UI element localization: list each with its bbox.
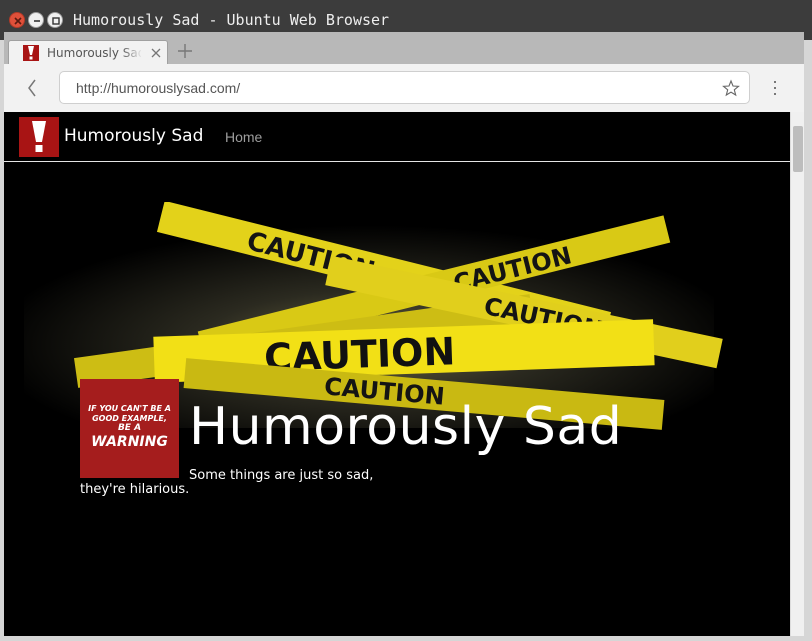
new-tab-icon[interactable] [176, 42, 194, 60]
window-title: Humorously Sad - Ubuntu Web Browser [73, 11, 390, 29]
hero-tagline-line2: they're hilarious. [80, 482, 190, 497]
web-viewport: Humorously Sad Home CAUTION CAUTION CAUT… [4, 112, 790, 636]
warning-sign-image: IF YOU CAN'T BE A GOOD EXAMPLE, BE A WAR… [80, 379, 179, 478]
site-navbar: Humorously Sad Home [4, 112, 790, 162]
window-minimize-button[interactable] [28, 12, 44, 28]
nav-home-link[interactable]: Home [225, 129, 262, 145]
minimize-icon [34, 20, 40, 22]
window-frame-bottom [0, 636, 812, 641]
address-bar[interactable]: http://humorouslysad.com/ [59, 71, 750, 104]
back-arrow-icon[interactable] [20, 76, 44, 100]
hero-title: Humorously Sad [189, 397, 623, 457]
exclamation-icon [32, 121, 46, 152]
browser-toolbar: http://humorouslysad.com/ [4, 64, 804, 112]
url-text[interactable]: http://humorouslysad.com/ [76, 80, 240, 96]
bookmark-star-icon[interactable] [722, 79, 740, 97]
sign-text-line: IF YOU CAN'T BE A [88, 404, 171, 413]
page-scrollbar[interactable] [790, 112, 804, 636]
maximize-icon [52, 17, 60, 25]
close-icon [14, 17, 22, 25]
exclamation-icon [23, 45, 39, 61]
sign-text-line: GOOD EXAMPLE, [92, 414, 167, 423]
sign-text-line: WARNING [91, 434, 168, 450]
browser-tab[interactable]: Humorously Sad [8, 40, 168, 64]
hero-tagline-line1: Some things are just so sad, [189, 468, 374, 483]
menu-icon[interactable] [767, 78, 783, 98]
tab-strip: Humorously Sad [4, 32, 804, 64]
sign-text-line: BE A [117, 423, 142, 433]
close-tab-icon[interactable] [149, 46, 163, 60]
site-brand[interactable]: Humorously Sad [64, 126, 203, 146]
window-maximize-button[interactable] [47, 12, 63, 28]
tab-title-fade [121, 43, 143, 63]
window-close-button[interactable] [9, 12, 25, 28]
scrollbar-thumb[interactable] [793, 126, 803, 172]
site-logo[interactable] [19, 117, 59, 157]
